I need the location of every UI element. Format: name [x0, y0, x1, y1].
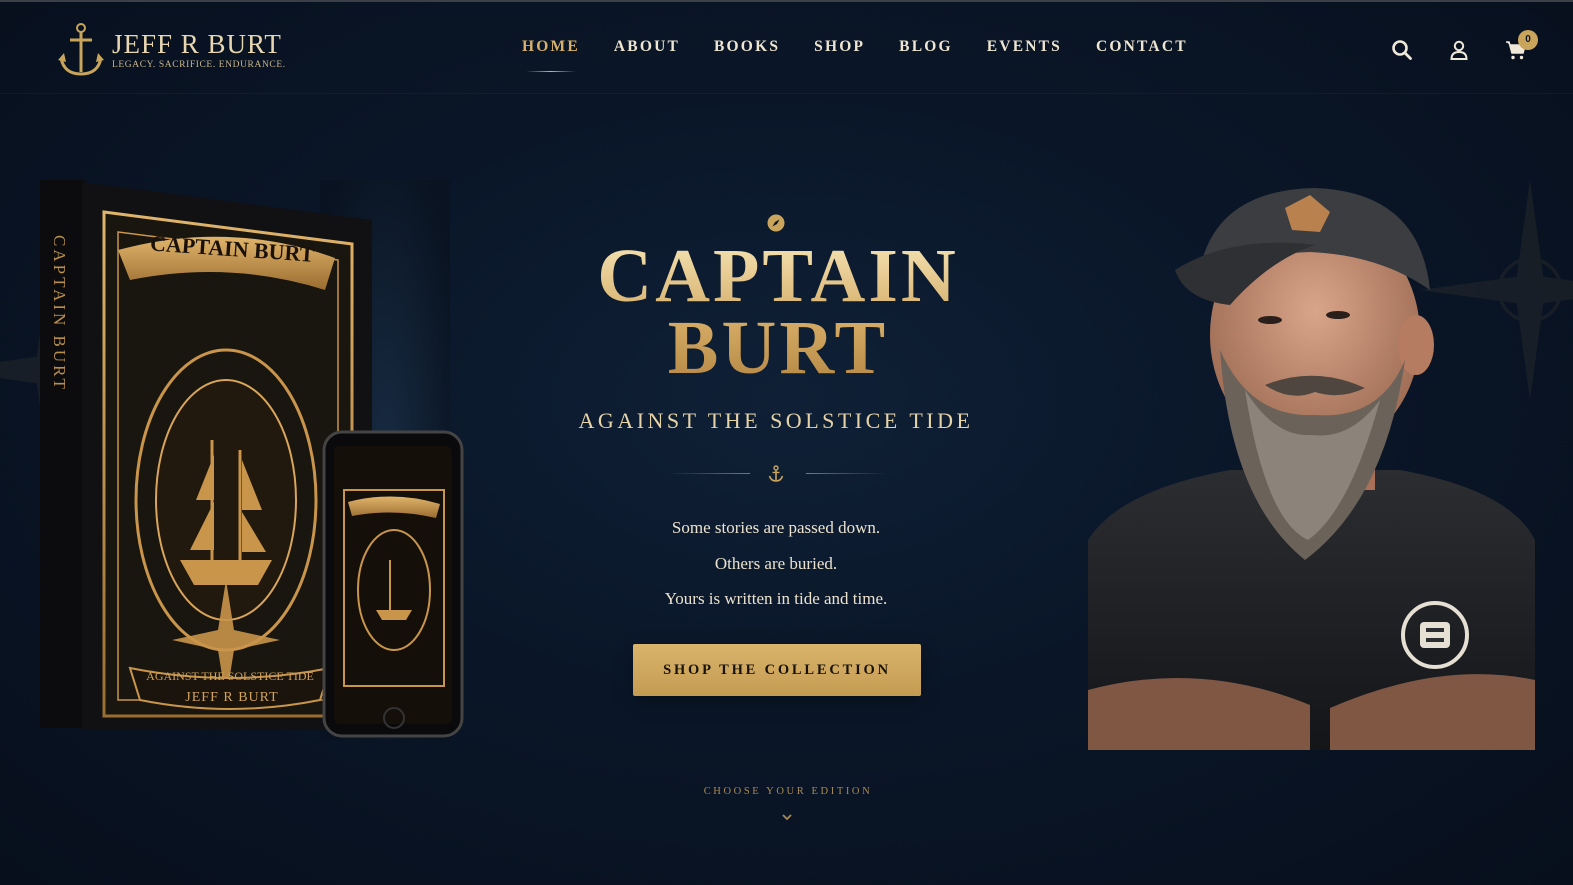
- hero-line-2: Others are buried.: [714, 553, 838, 573]
- hero-line-1: Some stories are passed down.: [671, 518, 881, 537]
- book-cover-subtitle: AGAINST THE SOLSTICE TIDE: [146, 669, 314, 683]
- main-nav: HOME ABOUT BOOKS SHOP BLOG EVENTS CONTAC…: [522, 38, 1222, 72]
- hero-tagline: Some stories are passed down. Others are…: [590, 510, 962, 617]
- hero-title: CAPTAIN BURT: [540, 240, 1016, 384]
- ornamental-divider: [668, 464, 888, 484]
- chevron-down-icon[interactable]: [781, 812, 793, 822]
- site-header: JEFF R BURT LEGACY. SACRIFICE. ENDURANCE…: [0, 2, 1573, 94]
- nav-events[interactable]: EVENTS: [987, 38, 1062, 56]
- anchor-logo-icon: [58, 23, 104, 76]
- anchor-divider-icon: [768, 465, 784, 482]
- logo-name: JEFF R BURT: [112, 29, 282, 59]
- author-portrait: [1088, 188, 1535, 750]
- book-and-phone-mockup: [40, 180, 464, 740]
- logo-tagline: LEGACY. SACRIFICE. ENDURANCE.: [112, 60, 286, 70]
- search-icon[interactable]: [1390, 38, 1414, 62]
- compass-icon: [767, 214, 785, 232]
- nav-shop[interactable]: SHOP: [814, 38, 865, 56]
- nav-about[interactable]: ABOUT: [614, 38, 680, 56]
- hero-line-3: Yours is written in tide and time.: [664, 589, 888, 608]
- hero-title-line2: BURT: [667, 306, 889, 390]
- hero-subtitle: AGAINST THE SOLSTICE TIDE: [578, 408, 974, 433]
- nav-books[interactable]: BOOKS: [714, 38, 780, 56]
- shop-collection-button[interactable]: SHOP THE COLLECTION: [633, 644, 921, 696]
- book-spine-title: CAPTAIN BURT: [50, 235, 69, 392]
- choose-edition-link[interactable]: CHOOSE YOUR EDITION: [690, 786, 886, 797]
- nav-contact[interactable]: CONTACT: [1096, 38, 1188, 56]
- book-cover-author: JEFF R BURT: [185, 690, 279, 705]
- site-logo[interactable]: JEFF R BURT LEGACY. SACRIFICE. ENDURANCE…: [56, 22, 286, 78]
- user-icon[interactable]: [1447, 38, 1471, 62]
- cart-count-badge: 0: [1518, 30, 1538, 50]
- nav-home[interactable]: HOME: [522, 38, 580, 72]
- nav-blog[interactable]: BLOG: [899, 38, 953, 56]
